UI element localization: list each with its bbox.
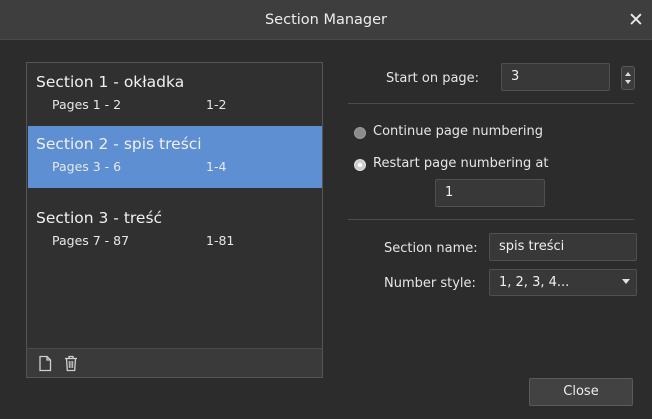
number-style-select[interactable]: 1, 2, 3, 4... [489, 269, 637, 296]
divider [348, 219, 634, 220]
section-list-toolbar [26, 348, 323, 378]
restart-numbering-radio[interactable] [354, 159, 366, 171]
continue-numbering-radio[interactable] [354, 127, 366, 139]
section-title: Section 2 - spis treści [36, 135, 202, 153]
close-button[interactable]: Close [529, 378, 633, 406]
section-range: 1-2 [206, 97, 227, 112]
start-on-page-stepper[interactable] [621, 66, 635, 90]
number-style-value: 1, 2, 3, 4... [499, 275, 570, 290]
window-title: Section Manager [264, 12, 388, 28]
new-page-icon[interactable] [37, 355, 53, 372]
start-on-page-input[interactable]: 3 [501, 63, 610, 91]
section-name-input[interactable]: spis treści [489, 233, 637, 261]
section-title: Section 3 - treść [36, 209, 163, 227]
section-title: Section 1 - okładka [36, 73, 185, 91]
section-range: 1-81 [206, 233, 235, 248]
section-pages: Pages 1 - 2 [52, 97, 122, 112]
section-item-3[interactable]: Section 3 - treść Pages 7 - 87 1-81 [28, 200, 322, 262]
chevron-down-icon [622, 279, 630, 284]
number-style-label: Number style: [384, 276, 476, 291]
section-pages: Pages 7 - 87 [52, 233, 130, 248]
section-range: 1-4 [206, 159, 227, 174]
section-pages: Pages 3 - 6 [52, 159, 122, 174]
restart-numbering-label: Restart page numbering at [373, 156, 549, 171]
title-bar: Section Manager ✕ [0, 0, 652, 40]
restart-numbering-input[interactable]: 1 [435, 179, 545, 207]
close-icon[interactable]: ✕ [624, 8, 648, 32]
start-on-page-label: Start on page: [386, 71, 480, 86]
section-item-1[interactable]: Section 1 - okładka Pages 1 - 2 1-2 [28, 64, 322, 126]
trash-icon[interactable] [63, 355, 79, 372]
section-name-label: Section name: [384, 241, 478, 256]
divider [348, 103, 634, 104]
section-manager-dialog: Section 1 - okładka Pages 1 - 2 1-2 Sect… [0, 41, 652, 419]
continue-numbering-label: Continue page numbering [373, 124, 544, 139]
section-item-2[interactable]: Section 2 - spis treści Pages 3 - 6 1-4 [28, 126, 322, 188]
section-list: Section 1 - okładka Pages 1 - 2 1-2 Sect… [26, 62, 323, 371]
